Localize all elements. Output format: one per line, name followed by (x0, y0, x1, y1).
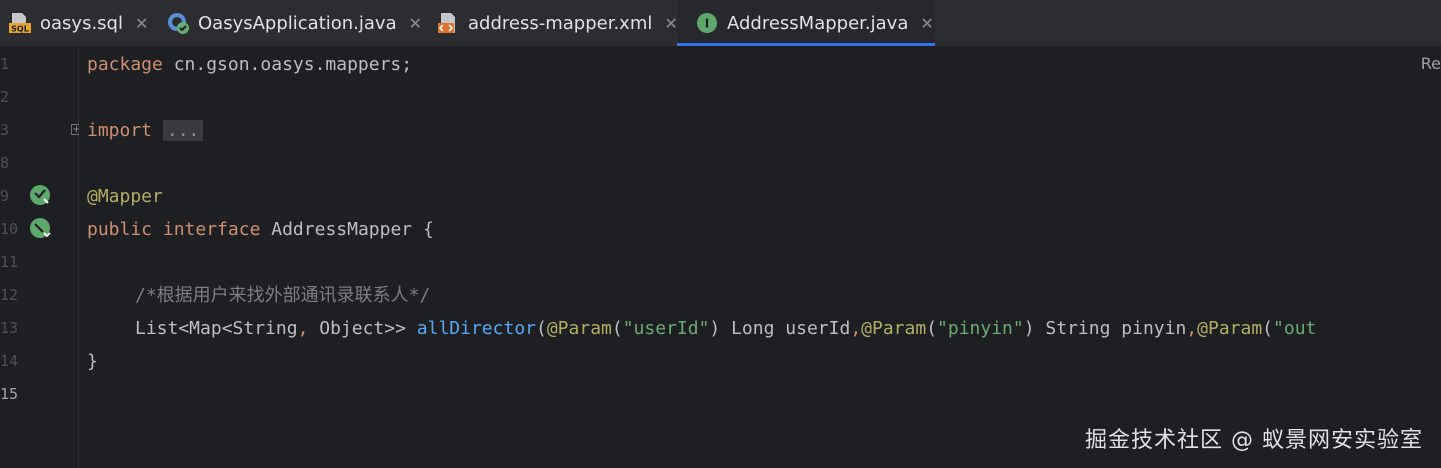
keyword-package: package (87, 54, 163, 75)
closing-brace: } (87, 351, 98, 372)
keyword-public: public (87, 219, 153, 240)
active-tab-indicator (677, 43, 935, 46)
code-editor[interactable] (79, 47, 1441, 468)
tab-oasys-application[interactable]: OasysApplication.java ✕ (158, 0, 422, 46)
watermark: 掘金技术社区 @ 蚁景网安实验室 (1085, 428, 1423, 453)
interface-file-icon: I (695, 11, 719, 35)
line-number: 14 (0, 352, 19, 370)
tab-label: OasysApplication.java (198, 12, 397, 34)
comma: , (1186, 318, 1198, 339)
keyword-interface: interface (162, 219, 261, 240)
paren: ( (536, 318, 547, 339)
return-type: List<Map<String (135, 318, 298, 339)
param-decl: ) String pinyin (1023, 318, 1187, 339)
string-literal: "out (1273, 318, 1317, 339)
tab-label: AddressMapper.java (727, 12, 909, 34)
paren: ( (926, 318, 938, 339)
tab-address-mapper-xml[interactable]: address-mapper.xml ✕ (428, 0, 678, 46)
param-decl: ) Long userId (709, 318, 851, 339)
editor-tab-bar: SQL oasys.sql ✕ OasysApplication.java ✕ … (0, 0, 1441, 47)
param-annotation: @Param (861, 318, 927, 339)
package-name: cn.gson.oasys.mappers; (162, 54, 413, 75)
code-line-3: import ... (87, 114, 204, 147)
code-line-10: public interface AddressMapper { (87, 213, 434, 246)
line-number: 12 (0, 286, 19, 304)
line-number: 13 (0, 319, 19, 337)
close-icon[interactable]: ✕ (135, 14, 148, 33)
implementation-gutter-icon[interactable] (29, 217, 51, 239)
xml-file-icon (436, 11, 460, 35)
interface-declaration: AddressMapper { (260, 219, 434, 240)
svg-text:SQL: SQL (11, 25, 29, 34)
keyword-import: import (87, 120, 153, 141)
line-number: 11 (0, 253, 19, 271)
comma: , (850, 318, 862, 339)
tab-oasys-sql[interactable]: SQL oasys.sql ✕ (0, 0, 155, 46)
code-line-1: package cn.gson.oasys.mappers; (87, 48, 412, 81)
line-number: 1 (0, 55, 10, 73)
close-icon[interactable]: ✕ (664, 14, 677, 33)
line-number: 9 (0, 187, 10, 205)
spring-boot-app-icon (166, 11, 190, 35)
sql-file-icon: SQL (8, 11, 32, 35)
close-icon[interactable]: ✕ (409, 14, 422, 33)
folded-imports[interactable]: ... (162, 120, 204, 141)
line-number: 3 (0, 121, 10, 139)
paren: ( (1262, 318, 1274, 339)
param-annotation: @Param (1197, 318, 1263, 339)
comma: , (297, 318, 309, 339)
tab-label: oasys.sql (40, 12, 123, 34)
paren: ( (611, 318, 623, 339)
code-line-13: List<Map<String, Object>> allDirector(@P… (135, 312, 1316, 345)
mybatis-mapper-gutter-icon[interactable] (29, 184, 51, 206)
return-type-rest: Object>> (308, 318, 417, 339)
string-literal: "pinyin" (937, 318, 1024, 339)
tab-label: address-mapper.xml (468, 12, 653, 34)
code-comment: /*根据用户来找外部通讯录联系人*/ (135, 285, 431, 306)
string-literal: "userId" (622, 318, 710, 339)
code-line-9: @Mapper (87, 180, 163, 213)
param-annotation: @Param (546, 318, 612, 339)
line-number-current: 15 (0, 385, 19, 403)
close-icon[interactable]: ✕ (920, 14, 933, 33)
line-number: 8 (0, 154, 10, 172)
reader-mode-toggle[interactable]: Re (1421, 54, 1441, 73)
line-number: 10 (0, 220, 19, 238)
tab-address-mapper-java[interactable]: I AddressMapper.java ✕ (677, 0, 935, 46)
svg-text:I: I (705, 17, 709, 31)
code-line-14: } (87, 345, 98, 378)
mapper-annotation: @Mapper (87, 186, 163, 207)
method-name: allDirector (416, 318, 536, 339)
line-number: 2 (0, 88, 10, 106)
code-line-12: /*根据用户来找外部通讯录联系人*/ (135, 279, 430, 312)
